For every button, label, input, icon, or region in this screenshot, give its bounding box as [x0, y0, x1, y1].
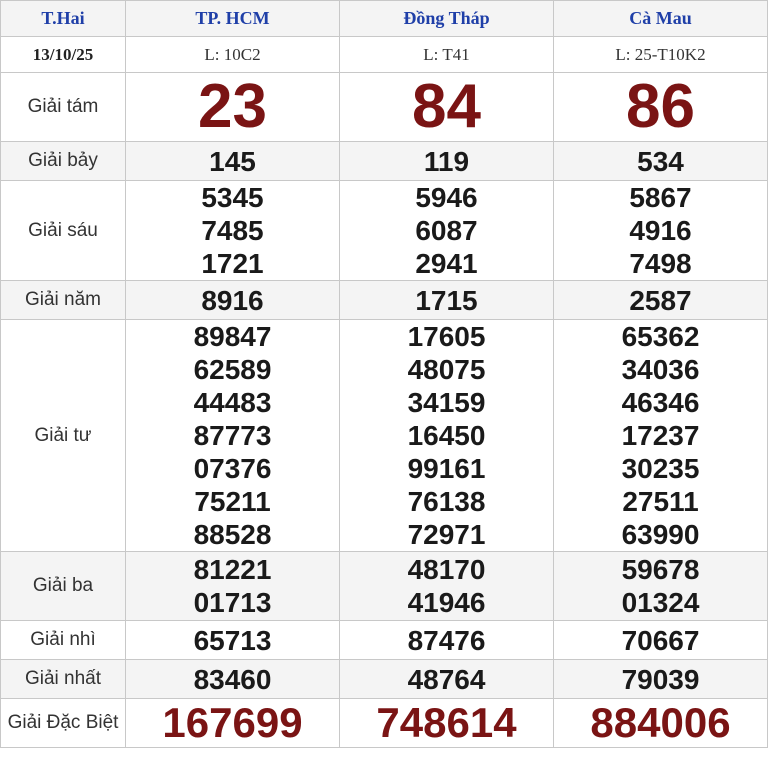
prize-number: 70667: [621, 624, 700, 656]
prize-label: Giải tư: [0, 319, 126, 552]
prize-row-g7: Giải bảy 145 119 534: [0, 141, 768, 181]
prize-number: 534: [637, 145, 684, 177]
ticket-code-1: L: 10C2: [125, 36, 340, 73]
prize-number: 59678: [621, 554, 700, 585]
prize-row-g2: Giải nhì 65713 87476 70667: [0, 620, 768, 660]
weekday-header: T.Hai: [0, 0, 126, 37]
prize-number: 27511: [622, 486, 699, 517]
prize-number: 34036: [621, 354, 700, 385]
prize-number: 8916: [201, 284, 264, 316]
prize-row-g4: Giải tư 89847 62589 44483 87773 07376 75…: [0, 319, 768, 552]
prize-label: Giải sáu: [0, 180, 126, 281]
prize-number: 16450: [407, 420, 486, 451]
prize-label: Giải ba: [0, 551, 126, 621]
prize-number: 5345: [201, 182, 264, 213]
prize-number: 48075: [407, 354, 486, 385]
prize-label: Giải tám: [0, 72, 126, 142]
prize-number: 65713: [193, 624, 272, 656]
prize-label: Giải nhất: [0, 659, 126, 699]
special-prize-number: 884006: [590, 699, 731, 746]
prize-number: 79039: [621, 663, 700, 695]
lottery-results-table: T.Hai TP. HCM Đồng Tháp Cà Mau 13/10/25 …: [0, 0, 768, 748]
draw-date: 13/10/25: [0, 36, 126, 73]
prize-number: 07376: [193, 453, 272, 484]
prize-number: 23: [198, 72, 267, 141]
prize-label: Giải bảy: [0, 141, 126, 181]
prize-number: 7485: [201, 215, 264, 246]
ticket-code-3: L: 25-T10K2: [553, 36, 768, 73]
prize-row-g5: Giải năm 8916 1715 2587: [0, 280, 768, 320]
special-prize-number: 167699: [162, 699, 303, 746]
prize-number: 63990: [621, 519, 700, 550]
prize-row-g6: Giải sáu 5345 7485 1721 5946 6087 2941 5…: [0, 180, 768, 281]
prize-number: 46346: [621, 387, 700, 418]
province-header-1[interactable]: TP. HCM: [125, 0, 340, 37]
prize-number: 72971: [407, 519, 486, 550]
prize-number: 17605: [407, 321, 486, 352]
prize-number: 65362: [621, 321, 700, 352]
prize-number: 76138: [407, 486, 486, 517]
special-prize-number: 748614: [376, 699, 517, 746]
ticket-code-2: L: T41: [339, 36, 554, 73]
prize-number: 44483: [193, 387, 272, 418]
prize-number: 17237: [621, 420, 700, 451]
prize-number: 84: [412, 72, 481, 141]
prize-number: 88528: [193, 519, 272, 550]
prize-number: 99161: [407, 453, 486, 484]
prize-number: 89847: [193, 321, 272, 352]
prize-row-g1: Giải nhất 83460 48764 79039: [0, 659, 768, 699]
prize-row-special: Giải Đặc Biệt 167699 748614 884006: [0, 698, 768, 748]
prize-number: 86: [626, 72, 695, 141]
prize-number: 6087: [415, 215, 478, 246]
prize-number: 5946: [415, 182, 478, 213]
prize-number: 2587: [629, 284, 692, 316]
prize-label: Giải nhì: [0, 620, 126, 660]
prize-number: 83460: [193, 663, 272, 695]
province-header-3[interactable]: Cà Mau: [553, 0, 768, 37]
prize-number: 119: [423, 145, 470, 177]
prize-number: 87476: [407, 624, 486, 656]
prize-row-g3: Giải ba 81221 01713 48170 41946 59678 01…: [0, 551, 768, 621]
province-header-2[interactable]: Đồng Tháp: [339, 0, 554, 37]
prize-number: 48170: [407, 554, 486, 585]
prize-number: 30235: [621, 453, 700, 484]
prize-label: Giải Đặc Biệt: [0, 698, 126, 748]
header-row: T.Hai TP. HCM Đồng Tháp Cà Mau: [0, 0, 768, 37]
prize-number: 81221: [193, 554, 272, 585]
prize-label: Giải năm: [0, 280, 126, 320]
prize-number: 1715: [415, 284, 478, 316]
prize-number: 5867: [629, 182, 692, 213]
prize-number: 1721: [201, 248, 264, 279]
prize-number: 01713: [193, 587, 272, 618]
prize-number: 87773: [193, 420, 272, 451]
prize-number: 41946: [407, 587, 486, 618]
prize-number: 2941: [415, 248, 478, 279]
prize-number: 48764: [407, 663, 486, 695]
prize-number: 7498: [629, 248, 692, 279]
prize-row-g8: Giải tám 23 84 86: [0, 72, 768, 142]
prize-number: 75211: [194, 486, 271, 517]
prize-number: 4916: [629, 215, 692, 246]
prize-number: 62589: [193, 354, 272, 385]
prize-number: 34159: [407, 387, 486, 418]
prize-number: 01324: [621, 587, 700, 618]
prize-number: 145: [209, 145, 256, 177]
subheader-row: 13/10/25 L: 10C2 L: T41 L: 25-T10K2: [0, 36, 768, 73]
